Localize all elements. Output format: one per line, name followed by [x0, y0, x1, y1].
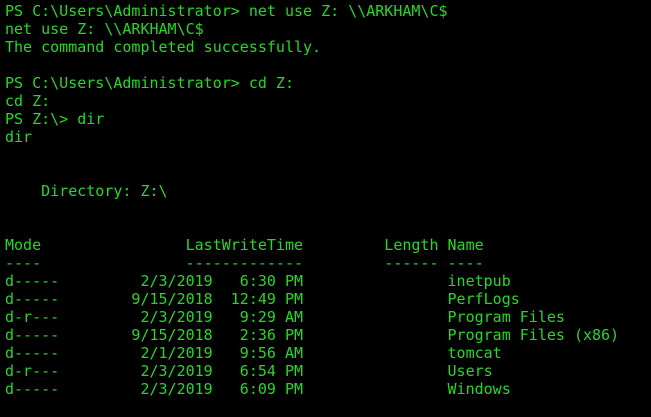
prompt-dir-line: PS Z:\> dir — [5, 110, 105, 128]
listing-row-perflogs: d----- 9/15/2018 12:49 PM PerfLogs — [5, 290, 520, 308]
echo-net-use-line: net use Z: \\ARKHAM\C$ — [5, 20, 204, 38]
listing-row-inetpub: d----- 2/3/2019 6:30 PM inetpub — [5, 272, 511, 290]
directory-heading: Directory: Z:\ — [5, 182, 168, 200]
echo-cd-line: cd Z: — [5, 92, 51, 110]
listing-row-users: d-r--- 2/3/2019 6:54 PM Users — [5, 362, 493, 380]
prompt-net-use-line: PS C:\Users\Administrator> net use Z: \\… — [5, 2, 448, 20]
listing-header: Mode LastWriteTime Length Name — [5, 236, 484, 254]
net-use-result-line: The command completed successfully. — [5, 38, 322, 56]
listing-row-program-files: d-r--- 2/3/2019 9:29 AM Program Files — [5, 308, 565, 326]
listing-row-program-files-x86: d----- 9/15/2018 2:36 PM Program Files (… — [5, 326, 620, 344]
listing-row-tomcat: d----- 2/1/2019 9:56 AM tomcat — [5, 344, 502, 362]
terminal-window[interactable]: PS C:\Users\Administrator> net use Z: \\… — [0, 0, 651, 417]
listing-header-underline: ---- ------------- ------ ---- — [5, 254, 484, 272]
prompt-cd-line: PS C:\Users\Administrator> cd Z: — [5, 74, 294, 92]
listing-row-windows: d----- 2/3/2019 6:09 PM Windows — [5, 380, 511, 398]
echo-dir-line: dir — [5, 128, 33, 146]
